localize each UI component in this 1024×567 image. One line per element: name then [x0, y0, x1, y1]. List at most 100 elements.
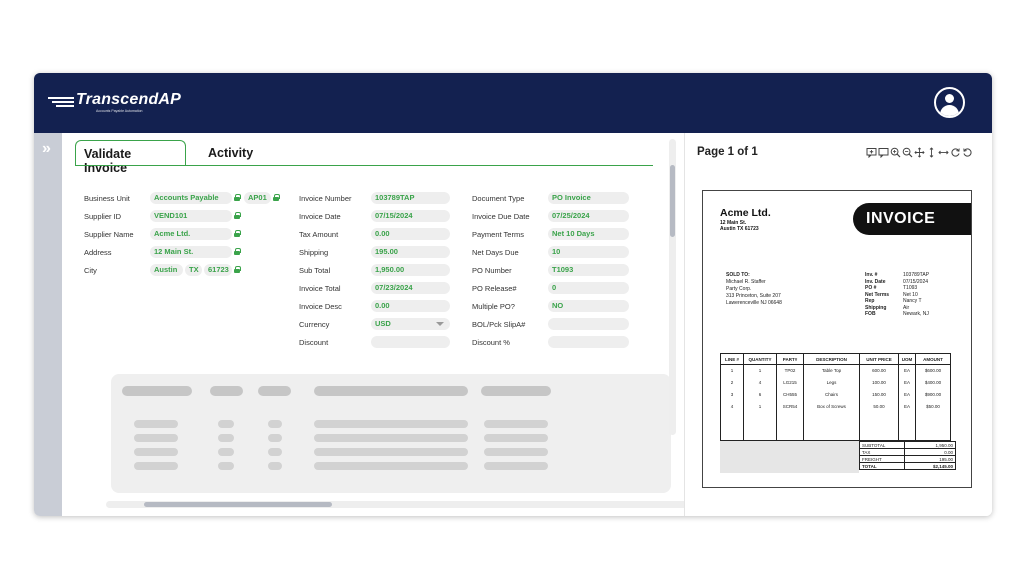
business-unit-code: AP01: [244, 192, 271, 204]
invoice-number-input[interactable]: 103789TAP: [371, 192, 450, 204]
form-column-invoice: Invoice Number 103789TAP Invoice Date 07…: [299, 191, 459, 353]
tax-amount-input[interactable]: 0.00: [371, 228, 450, 240]
fit-height-icon[interactable]: [926, 147, 937, 158]
field-label: Invoice Total: [299, 284, 341, 293]
table-cell: EA: [898, 388, 916, 401]
skeleton-cell: [218, 448, 234, 456]
table-cell: $600.00: [915, 364, 951, 377]
column-header: AMOUNT: [915, 353, 951, 365]
field-label: City: [84, 266, 97, 275]
shipping-input[interactable]: 195.00: [371, 246, 450, 258]
comment-icon[interactable]: [878, 147, 889, 159]
sold-to-line: Party Corp.: [726, 286, 752, 292]
invoice-title-banner: INVOICE: [853, 203, 971, 235]
field-label: Tax Amount: [299, 230, 339, 239]
document-type-input[interactable]: PO Invoice: [548, 192, 629, 204]
field-invoice-number: Invoice Number 103789TAP: [299, 191, 459, 209]
tab-underline: [75, 165, 653, 166]
invoice-address-line: Austin TX 61723: [720, 226, 759, 232]
totals-row: TAX 0.00: [859, 448, 956, 456]
table-cell: 50.00: [859, 400, 899, 413]
table-cell: EA: [898, 400, 916, 413]
invoice-date-input[interactable]: 07/15/2024: [371, 210, 450, 222]
discount-percent-input[interactable]: [548, 336, 629, 348]
invoice-line-table: LINE # QUANTITY PART# DESCRIPTION UNIT P…: [720, 353, 951, 441]
invoice-desc-input[interactable]: 0.00: [371, 300, 450, 312]
totals-key: FREIGHT: [859, 455, 905, 463]
tab-validate-invoice[interactable]: Validate Invoice: [75, 140, 186, 175]
skeleton-cell: [268, 462, 282, 470]
invoice-title: INVOICE: [866, 210, 936, 227]
field-label: Invoice Number: [299, 194, 352, 203]
table-cell: EA: [898, 376, 916, 389]
skeleton-header: [258, 386, 291, 396]
rotate-left-icon[interactable]: [962, 147, 973, 158]
invoice-due-date-input[interactable]: 07/25/2024: [548, 210, 629, 222]
validate-panel: Validate Invoice Activity Business Unit …: [62, 133, 691, 516]
net-days-due-input[interactable]: 10: [548, 246, 629, 258]
expand-icon[interactable]: »: [42, 141, 51, 157]
lock-icon: [273, 194, 280, 201]
comment-add-icon[interactable]: [866, 147, 877, 159]
sold-to-label: SOLD TO:: [726, 272, 750, 278]
zip-value: 61723: [204, 264, 232, 276]
field-label: Sub Total: [299, 266, 331, 275]
zoom-out-icon[interactable]: [902, 147, 913, 158]
address-value: 12 Main St.: [150, 246, 232, 258]
chevron-down-icon[interactable]: [436, 322, 444, 326]
skeleton-header: [481, 386, 551, 396]
invoice-totals-table: SUBTOTAL 1,950.00 TAX 0.00 FREIGHT 195.0…: [859, 441, 956, 470]
zoom-in-icon[interactable]: [890, 147, 901, 158]
field-po-release: PO Release# 0: [472, 281, 642, 299]
po-number-input[interactable]: T1093: [548, 264, 629, 276]
skeleton-cell: [218, 434, 234, 442]
po-release-input[interactable]: 0: [548, 282, 629, 294]
sub-total-input[interactable]: 1,950.00: [371, 264, 450, 276]
table-cell: Chairs: [803, 388, 860, 401]
skeleton-header: [210, 386, 243, 396]
table-cell: LG215: [776, 376, 804, 389]
totals-key: SUBTOTAL: [859, 441, 905, 449]
table-cell: Table Top: [803, 364, 860, 377]
table-row: 4 1 SCR54 Box of Screws 50.00 EA $50.00: [720, 400, 951, 413]
skeleton-cell: [484, 462, 548, 470]
skeleton-cell: [314, 420, 468, 428]
brand-tagline: Accounts Payable Automation: [96, 109, 143, 113]
rotate-right-icon[interactable]: [950, 147, 961, 158]
field-tax-amount: Tax Amount 0.00: [299, 227, 459, 245]
meta-key: FOB: [865, 311, 876, 317]
field-label: Business Unit: [84, 194, 130, 203]
horizontal-scroll-thumb[interactable]: [144, 502, 332, 507]
supplier-name-value: Acme Ltd.: [150, 228, 232, 240]
skeleton-cell: [484, 420, 548, 428]
move-icon[interactable]: [914, 147, 925, 158]
app-window: TranscendAP Accounts Payable Automation …: [34, 73, 992, 516]
field-sub-total: Sub Total 1,950.00: [299, 263, 459, 281]
skeleton-cell: [268, 420, 282, 428]
totals-value: $2,145.00: [904, 462, 956, 470]
field-invoice-due-date: Invoice Due Date 07/25/2024: [472, 209, 642, 227]
discount-input[interactable]: [371, 336, 450, 348]
invoice-document: Acme Ltd. 12 Main St. Austin TX 61723 IN…: [702, 190, 972, 488]
invoice-total-input[interactable]: 07/23/2024: [371, 282, 450, 294]
tab-activity[interactable]: Activity: [200, 140, 261, 166]
table-cell: 6: [743, 388, 777, 401]
totals-row: FREIGHT 195.00: [859, 455, 956, 463]
vertical-scroll-thumb[interactable]: [670, 165, 675, 237]
sold-to-line: Michael R. Staffer: [726, 279, 766, 285]
multiple-po-input[interactable]: NO: [548, 300, 629, 312]
page-indicator: Page 1 of 1: [697, 146, 758, 158]
bol-slip-input[interactable]: [548, 318, 629, 330]
fit-width-icon[interactable]: [938, 147, 949, 158]
payment-terms-input[interactable]: Net 10 Days: [548, 228, 629, 240]
field-label: Invoice Date: [299, 212, 341, 221]
column-header: PART#: [776, 353, 804, 365]
field-currency: Currency USD: [299, 317, 459, 335]
skeleton-cell: [134, 434, 178, 442]
field-supplier-id: Supplier ID VEND101: [84, 209, 284, 227]
city-value: Austin: [150, 264, 183, 276]
totals-key: TAX: [859, 448, 905, 456]
table-cell: TP02: [776, 364, 804, 377]
user-avatar-icon[interactable]: [934, 87, 965, 118]
business-unit-value: Accounts Payable: [150, 192, 232, 204]
